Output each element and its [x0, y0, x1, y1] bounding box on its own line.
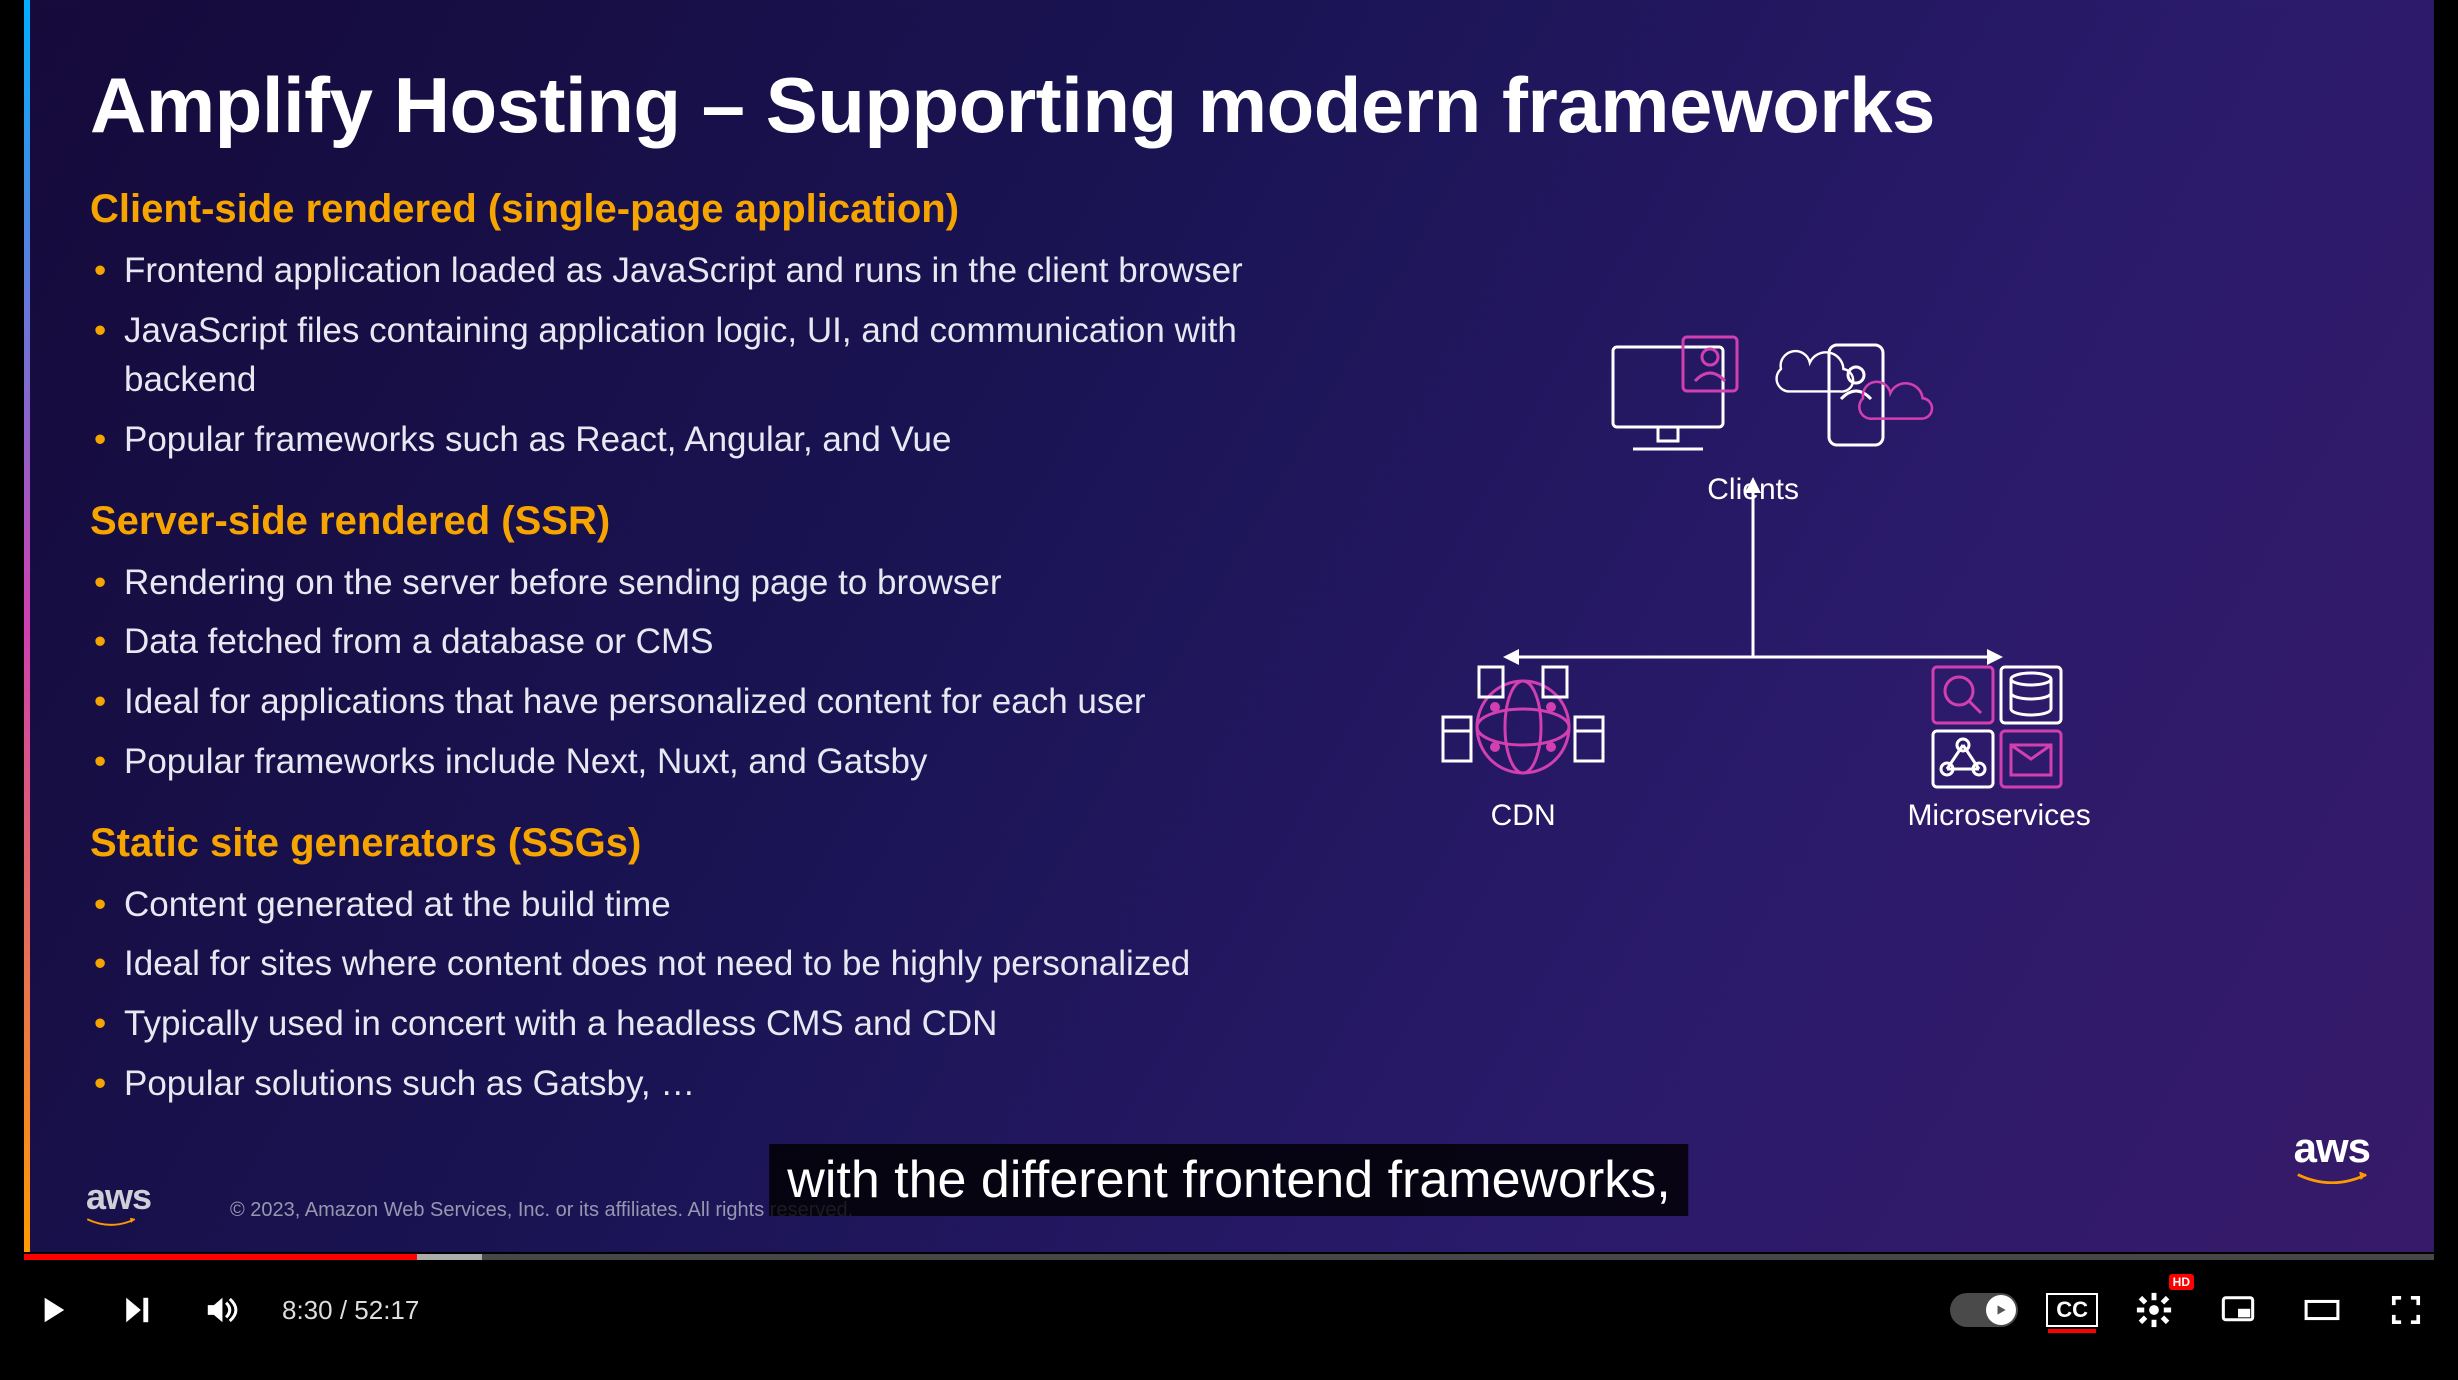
- diagram-label-clients: Clients: [1623, 473, 1883, 507]
- aws-logo-text: aws: [86, 1176, 151, 1217]
- slide-title: Amplify Hosting – Supporting modern fram…: [90, 60, 2354, 151]
- bullet-item: Popular solutions such as Gatsby, …: [90, 1059, 1363, 1109]
- copyright-text: © 2023, Amazon Web Services, Inc. or its…: [230, 1199, 853, 1222]
- cc-active-indicator: [2048, 1329, 2096, 1333]
- bullet-list-csr: Frontend application loaded as JavaScrip…: [90, 246, 1363, 465]
- bullet-list-ssg: Content generated at the build time Idea…: [90, 880, 1363, 1109]
- autoplay-toggle[interactable]: [1950, 1293, 2018, 1327]
- diagram-label-cdn: CDN: [1393, 799, 1653, 833]
- bullet-item: Data fetched from a database or CMS: [90, 617, 1363, 667]
- captions-button[interactable]: CC: [2046, 1293, 2098, 1327]
- section-heading-ssr: Server-side rendered (SSR): [90, 499, 1363, 544]
- bullet-item: Typically used in concert with a headles…: [90, 999, 1363, 1049]
- bullet-item: Popular frameworks such as React, Angula…: [90, 415, 1363, 465]
- slide-text-column: Client-side rendered (single-page applic…: [90, 187, 1363, 1118]
- play-button[interactable]: [24, 1282, 80, 1338]
- aws-logo-footer: aws: [86, 1176, 151, 1228]
- autoplay-knob: [1986, 1295, 2016, 1325]
- theater-mode-button[interactable]: [2294, 1282, 2350, 1338]
- video-progress-played: [24, 1254, 417, 1260]
- fullscreen-button[interactable]: [2378, 1282, 2434, 1338]
- next-button[interactable]: [108, 1282, 164, 1338]
- bullet-item: Popular frameworks include Next, Nuxt, a…: [90, 737, 1363, 787]
- hd-badge: HD: [2169, 1274, 2194, 1290]
- aws-logo-right-text: aws: [2294, 1124, 2370, 1171]
- aws-logo-right: aws: [2294, 1124, 2370, 1188]
- bullet-list-ssr: Rendering on the server before sending p…: [90, 558, 1363, 787]
- bullet-item: Rendering on the server before sending p…: [90, 558, 1363, 608]
- time-duration: 52:17: [354, 1295, 419, 1325]
- video-progress-bar[interactable]: [24, 1254, 2434, 1260]
- volume-button[interactable]: [192, 1282, 248, 1338]
- video-timecode: 8:30 / 52:17: [282, 1295, 419, 1326]
- time-separator: /: [333, 1295, 355, 1325]
- bullet-item: Frontend application loaded as JavaScrip…: [90, 246, 1363, 296]
- section-heading-ssg: Static site generators (SSGs): [90, 821, 1363, 866]
- cc-label: CC: [2056, 1297, 2088, 1322]
- bullet-item: Ideal for applications that have persona…: [90, 677, 1363, 727]
- diagram-label-microservices: Microservices: [1869, 799, 2129, 833]
- video-controls: 8:30 / 52:17 CC HD: [24, 1270, 2434, 1350]
- miniplayer-button[interactable]: [2210, 1282, 2266, 1338]
- presentation-slide: Amplify Hosting – Supporting modern fram…: [24, 0, 2434, 1252]
- time-current: 8:30: [282, 1295, 333, 1325]
- bullet-item: Ideal for sites where content does not n…: [90, 939, 1363, 989]
- bullet-item: Content generated at the build time: [90, 880, 1363, 930]
- architecture-diagram: Clients CDN Microservices: [1403, 187, 2354, 947]
- settings-button[interactable]: HD: [2126, 1282, 2182, 1338]
- section-heading-csr: Client-side rendered (single-page applic…: [90, 187, 1363, 232]
- bullet-item: JavaScript files containing application …: [90, 306, 1363, 405]
- video-caption: with the different frontend frameworks,: [769, 1144, 1688, 1216]
